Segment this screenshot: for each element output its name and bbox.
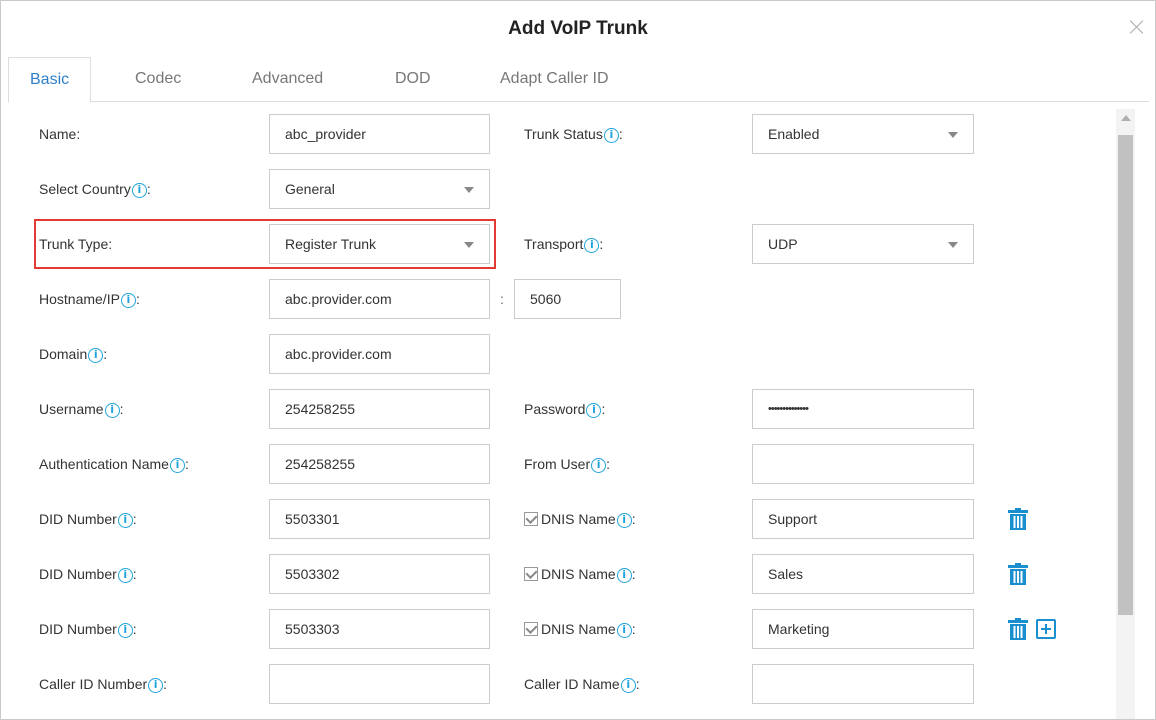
trunk-status-label: Trunk Status i:	[524, 126, 623, 143]
country-select[interactable]: General	[269, 169, 490, 209]
hostname-input[interactable]: abc.provider.com	[269, 279, 490, 319]
info-icon[interactable]: i	[104, 403, 120, 418]
dnis-name-label: DNIS Name i:	[524, 566, 636, 583]
did-number-input[interactable]: 5503301	[269, 499, 490, 539]
info-icon[interactable]: i	[616, 513, 632, 528]
domain-input[interactable]: abc.provider.com	[269, 334, 490, 374]
from-user-label: From User i:	[524, 456, 611, 473]
plus-square-icon[interactable]	[1036, 619, 1056, 639]
info-icon[interactable]: i	[117, 513, 133, 528]
port-input[interactable]: 5060	[514, 279, 621, 319]
did-number-label: DID Number i:	[39, 511, 137, 528]
info-icon[interactable]: i	[117, 568, 133, 583]
info-icon[interactable]: i	[148, 678, 164, 693]
select-country-label: Select Country i:	[39, 181, 151, 198]
trunk-type-select[interactable]: Register Trunk	[269, 224, 490, 264]
trash-icon[interactable]	[1008, 508, 1028, 530]
dnis-name-label: DNIS Name i:	[524, 621, 636, 638]
trunk-type-label: Trunk Type:	[39, 236, 113, 252]
dialog-title: Add VoIP Trunk	[508, 18, 648, 39]
info-icon[interactable]: i	[616, 568, 632, 583]
dnis-checkbox[interactable]	[524, 622, 538, 636]
tab-adapt-caller-id[interactable]: Adapt Caller ID	[500, 57, 609, 101]
info-icon[interactable]: i	[586, 403, 602, 418]
info-icon[interactable]: i	[117, 623, 133, 638]
username-input[interactable]: 254258255	[269, 389, 490, 429]
close-icon[interactable]	[1129, 19, 1145, 35]
tab-dod[interactable]: DOD	[395, 57, 431, 101]
info-icon[interactable]: i	[584, 238, 600, 253]
port-separator: :	[500, 291, 504, 307]
info-icon[interactable]: i	[603, 128, 619, 143]
caller-id-number-input[interactable]	[269, 664, 490, 704]
transport-select[interactable]: UDP	[752, 224, 974, 264]
caller-id-number-label: Caller ID Number i:	[39, 676, 168, 693]
tab-bar: Basic Codec Advanced DOD Adapt Caller ID	[8, 57, 1149, 103]
name-input[interactable]: abc_provider	[269, 114, 490, 154]
tab-advanced[interactable]: Advanced	[252, 57, 323, 101]
auth-name-input[interactable]: 254258255	[269, 444, 490, 484]
username-label: Username i:	[39, 401, 124, 418]
caller-id-name-input[interactable]	[752, 664, 974, 704]
name-label: Name:	[39, 126, 81, 142]
dnis-name-label: DNIS Name i:	[524, 511, 636, 528]
dnis-name-input[interactable]: Sales	[752, 554, 974, 594]
info-icon[interactable]: i	[120, 293, 136, 308]
info-icon[interactable]: i	[591, 458, 607, 473]
dnis-name-input[interactable]: Marketing	[752, 609, 974, 649]
add-voip-trunk-dialog: Add VoIP Trunk Basic Codec Advanced DOD …	[0, 0, 1156, 720]
password-label: Password i:	[524, 401, 606, 418]
tab-basic[interactable]: Basic	[8, 57, 92, 103]
domain-label: Domain i:	[39, 346, 108, 363]
password-input[interactable]: ••••••••••••••	[752, 389, 974, 429]
did-number-input[interactable]: 5503302	[269, 554, 490, 594]
from-user-input[interactable]	[752, 444, 974, 484]
auth-name-label: Authentication Name i:	[39, 456, 189, 473]
transport-label: Transport i:	[524, 236, 604, 253]
info-icon[interactable]: i	[131, 183, 147, 198]
info-icon[interactable]: i	[169, 458, 185, 473]
dnis-checkbox[interactable]	[524, 567, 538, 581]
info-icon[interactable]: i	[620, 678, 636, 693]
did-number-input[interactable]: 5503303	[269, 609, 490, 649]
caller-id-name-label: Caller ID Name i:	[524, 676, 640, 693]
hostname-label: Hostname/IP i:	[39, 291, 140, 308]
scroll-up-arrow-icon[interactable]	[1121, 115, 1131, 121]
dnis-checkbox[interactable]	[524, 512, 538, 526]
basic-form: Name: abc_provider Trunk Status i: Enable…	[9, 102, 1114, 719]
info-icon[interactable]: i	[88, 348, 104, 363]
scrollbar-thumb[interactable]	[1118, 135, 1133, 615]
info-icon[interactable]: i	[616, 623, 632, 638]
dnis-name-input[interactable]: Support	[752, 499, 974, 539]
did-number-label: DID Number i:	[39, 621, 137, 638]
did-number-label: DID Number i:	[39, 566, 137, 583]
trash-icon[interactable]	[1008, 618, 1028, 640]
trash-icon[interactable]	[1008, 563, 1028, 585]
trunk-status-select[interactable]: Enabled	[752, 114, 974, 154]
vertical-scrollbar[interactable]	[1116, 109, 1135, 719]
tab-codec[interactable]: Codec	[135, 57, 181, 101]
